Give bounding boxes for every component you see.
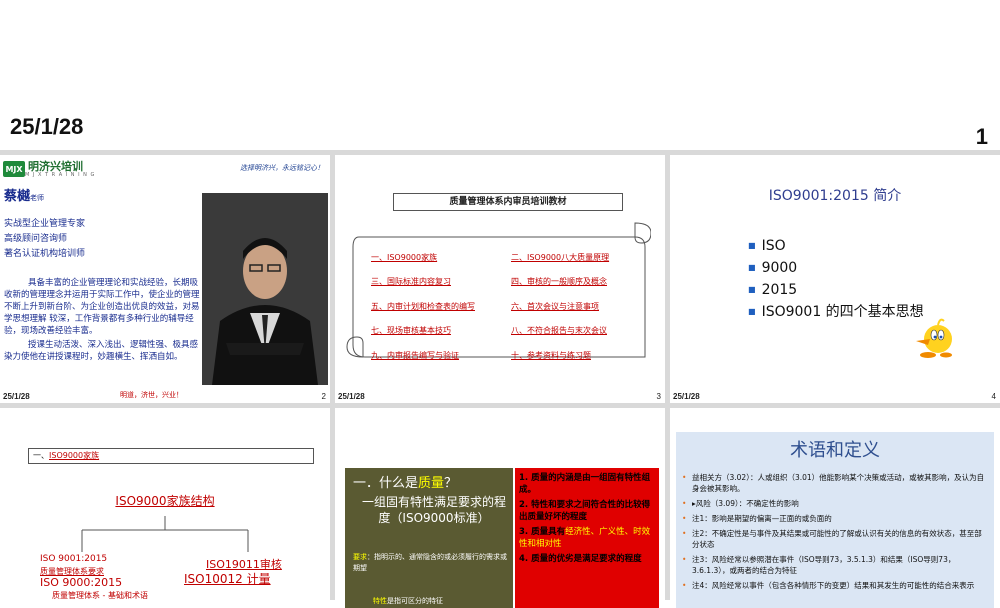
slide-date: 25/1/28 (3, 392, 30, 401)
toc-row: 九、内审报告编写与验证 十、参考资料与练习题 (371, 343, 651, 368)
title-line: 高级顾问咨询师 (4, 234, 68, 244)
section-link[interactable]: ISO9000家族 (49, 451, 99, 460)
quality-point: 3. 质量具有经济性、广义性、时效性和相对性 (519, 526, 657, 550)
term-item: 益相关方（3.02）：人或组织（3.01）他能影响某个决策或活动，或被其影响，及… (682, 472, 988, 494)
toc-row: 三、国际标准内容复习 四、审核的一般顺序及概念 (371, 270, 651, 295)
quality-point: 2. 特性和要求之间符合性的比较得出质量好坏的程度 (519, 500, 651, 522)
slide-6-thumbnail[interactable]: 一．什么是质量？ 一组固有特性满足要求的程度（ISO9000标准） 要求：指明示… (335, 408, 665, 608)
teacher-bio: 具备丰富的企业管理理论和实战经验，长期吸收新的管理理念并运用于实际工作中，使企业… (4, 277, 200, 365)
note-keyword: 要求 (353, 553, 367, 561)
term-item: ▸风险（3.09）：不确定性的影响 (682, 498, 988, 509)
toc-item[interactable]: 五、内审计划和检查表的编写 (371, 301, 511, 312)
toc-item[interactable]: 三、国际标准内容复习 (371, 276, 511, 287)
characteristic-note: 特性是指可区分的特征 (373, 596, 443, 606)
term-item: 注3：风险经常以参照潜在事件（ISO导则73，3.5.1.3）和结果（ISO导则… (682, 554, 988, 576)
section-header: 一、ISO9000家族 (28, 448, 314, 464)
logo-text: 明济兴培训 (28, 159, 83, 173)
slide-number: 4 (991, 392, 996, 401)
toc-item[interactable]: 二、ISO9000八大质量原理 (511, 252, 651, 263)
slide-3-thumbnail[interactable]: 质量管理体系内审员培训教材 一、ISO9000家族 二、ISO9000八大质量原… (335, 155, 665, 403)
slide-4-thumbnail[interactable]: ISO9001:2015 简介 ISO 9000 2015 ISO9001 的四… (670, 155, 1000, 403)
slide-grid: MJX 明济兴培训 M J X T R A I N I N G 选择明济兴，永远… (0, 150, 1000, 608)
cartoon-bird-icon (916, 318, 952, 358)
slogan-text: 选择明济兴，永远铭记心！ (240, 164, 324, 172)
terms-list: 益相关方（3.02）：人或组织（3.01）他能影响某个决策或活动，或被其影响，及… (682, 472, 988, 595)
slide-number: 2 (321, 392, 326, 401)
bullet-item: 9000 (748, 257, 924, 279)
teacher-name-text: 蔡樾 (4, 189, 31, 204)
bio-paragraph: 授课生动活泼、深入浅出、逻辑性强、极具感染力使他在讲授课程时，妙趣横生、挥洒自如… (4, 340, 199, 362)
slide-number: 3 (656, 392, 661, 401)
quality-points-panel: 1. 质量的内涵是由一组固有特性组成。 2. 特性和要求之间符合性的比较得出质量… (515, 468, 659, 608)
slide-2-thumbnail[interactable]: MJX 明济兴培训 M J X T R A I N I N G 选择明济兴，永远… (0, 155, 330, 403)
toc-item[interactable]: 九、内审报告编写与验证 (371, 350, 511, 361)
point3-prefix: 3. 质量具有 (519, 527, 566, 537)
heading-prefix: 一．什么是 (353, 476, 419, 491)
term-item: 注2：不确定性是与事件及其结果或可能性的了解或认识有关的信息的有效状态，甚至部分… (682, 528, 988, 550)
title-line: 实战型企业管理专家 (4, 219, 86, 229)
quality-points: 1. 质量的内涵是由一组固有特性组成。 2. 特性和要求之间符合性的比较得出质量… (519, 472, 657, 568)
header-date: 25/1/28 (10, 114, 84, 139)
footer-slogan: 明道，济世，兴业！ (120, 391, 183, 399)
heading-suffix: ？ (444, 476, 458, 491)
toc-item[interactable]: 一、ISO9000家族 (371, 252, 511, 263)
toc-title: 质量管理体系内审员培训教材 (393, 193, 623, 211)
toc-item[interactable]: 七、现场审核基本技巧 (371, 325, 511, 336)
teacher-photo (202, 193, 328, 385)
toc-row: 一、ISO9000家族 二、ISO9000八大质量原理 (371, 245, 651, 270)
note2-keyword: 特性 (373, 597, 387, 605)
toc-item[interactable]: 十、参考资料与练习题 (511, 350, 651, 361)
toc-item[interactable]: 八、不符合报告与末次会议 (511, 325, 651, 336)
header-page-number: 1 (975, 124, 988, 149)
slide-date: 25/1/28 (673, 392, 700, 401)
bullet-list: ISO 9000 2015 ISO9001 的四个基本思想 (748, 235, 924, 323)
term-item: 注1：影响是期望的偏离—正面的或负面的 (682, 513, 988, 524)
bullet-item: 2015 (748, 279, 924, 301)
slide-7-thumbnail[interactable]: 术语和定义 益相关方（3.02）：人或组织（3.01）他能影响某个决策或活动，或… (670, 408, 1000, 608)
term-item: 注4：风险经常以事件（包含各种情形下的变更）结果和其发生的可能性的结合来表示 (682, 580, 988, 591)
toc-item[interactable]: 四、审核的一般顺序及概念 (511, 276, 651, 287)
toc-item[interactable]: 六、首次会议与注意事项 (511, 301, 651, 312)
toc-row: 五、内审计划和检查表的编写 六、首次会议与注意事项 (371, 294, 651, 319)
bio-paragraph: 具备丰富的企业管理理论和实战经验，长期吸收新的管理理念并运用于实际工作中，使企业… (4, 278, 200, 336)
bullet-item: ISO9001 的四个基本思想 (748, 301, 924, 323)
note-text: ：指明示的、通常隐含的或必须履行的需求或期望 (353, 553, 507, 572)
bullet-item: ISO (748, 235, 924, 257)
slide-5-thumbnail[interactable]: 一、ISO9000家族 ISO9000家族结构 ISO 9001:2015 质量… (0, 408, 330, 608)
heading-keyword: 质量 (418, 476, 445, 491)
quality-point: 1. 质量的内涵是由一组固有特性组成。 (519, 473, 651, 495)
slide-title: ISO9001:2015 简介 (768, 188, 902, 204)
note2-text: 是指可区分的特征 (387, 597, 443, 605)
quality-definition: 一组固有特性满足要求的程度（ISO9000标准） (361, 495, 506, 525)
quality-point: 4. 质量的优劣是满足要求的程度 (519, 554, 642, 564)
family-node-left: ISO 9001:2015 (40, 554, 108, 564)
family-node-left-2: ISO 9000:2015 (40, 576, 123, 589)
title-line: 著名认证机构培训师 (4, 249, 86, 259)
requirement-note: 要求：指明示的、通常隐含的或必须履行的需求或期望 (353, 552, 509, 574)
section-prefix: 一、 (33, 451, 49, 460)
logo-mark: MJX (3, 161, 25, 177)
company-logo: MJX 明济兴培训 M J X T R A I N I N G (3, 159, 95, 179)
family-node-right-2: ISO10012 计量 (184, 572, 271, 586)
teacher-titles: 实战型企业管理专家 高级顾问咨询师 著名认证机构培训师 (4, 217, 85, 262)
teacher-name: 蔡樾老师 (4, 185, 44, 204)
slide-date: 25/1/28 (338, 392, 365, 401)
quality-heading: 一．什么是质量？ (353, 472, 457, 491)
quality-definition-panel: 一．什么是质量？ 一组固有特性满足要求的程度（ISO9000标准） 要求：指明示… (345, 468, 513, 608)
family-title: ISO9000家族结构 (115, 494, 215, 508)
family-node-left-2-desc: 质量管理体系 - 基础和术语 (52, 591, 148, 600)
toc-row: 七、现场审核基本技巧 八、不符合报告与末次会议 (371, 319, 651, 344)
logo-subtext: M J X T R A I N I N G (25, 171, 96, 178)
slide-title: 术语和定义 (790, 440, 880, 461)
toc-list: 一、ISO9000家族 二、ISO9000八大质量原理 三、国际标准内容复习 四… (371, 245, 651, 368)
teacher-name-suffix: 老师 (30, 194, 45, 202)
